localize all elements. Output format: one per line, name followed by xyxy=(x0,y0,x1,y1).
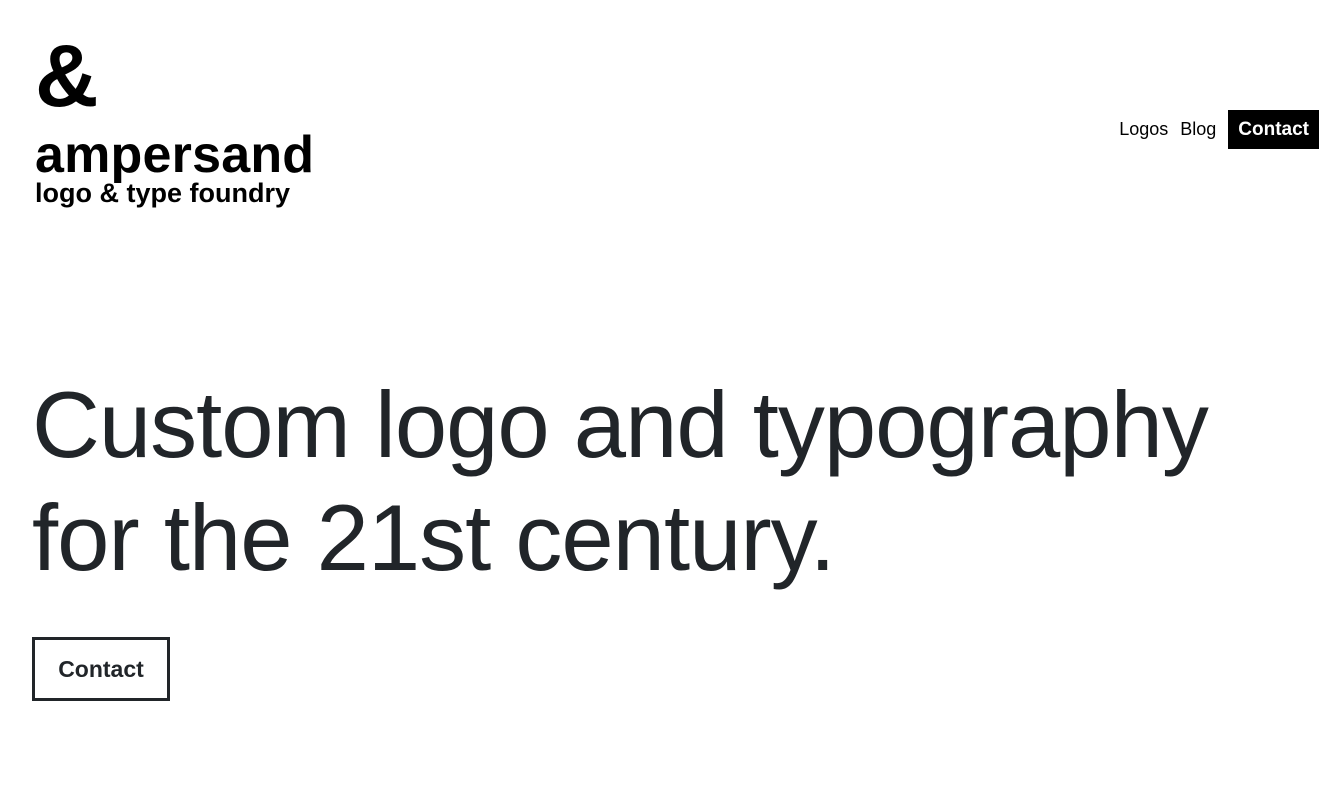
hero-contact-button[interactable]: Contact xyxy=(32,637,170,701)
nav-item-logos[interactable]: Logos xyxy=(1119,110,1168,149)
hero-title-line-2: for the 21st century. xyxy=(32,485,836,590)
ampersand-logo-icon: & xyxy=(35,26,99,125)
nav-contact-button[interactable]: Contact xyxy=(1228,110,1319,149)
brand-logo-link[interactable]: & ampersand logo & type foundry xyxy=(35,26,355,209)
hero-title-line-1: Custom logo and typography xyxy=(32,372,1209,477)
hero-heading-container: Custom logo and typography for the 21st … xyxy=(32,368,1312,594)
nav-item-blog[interactable]: Blog xyxy=(1180,110,1216,149)
brand-name: ampersand xyxy=(35,126,315,184)
hero-title: Custom logo and typography for the 21st … xyxy=(32,368,1312,594)
main-nav: Logos Blog Contact xyxy=(1119,110,1319,149)
